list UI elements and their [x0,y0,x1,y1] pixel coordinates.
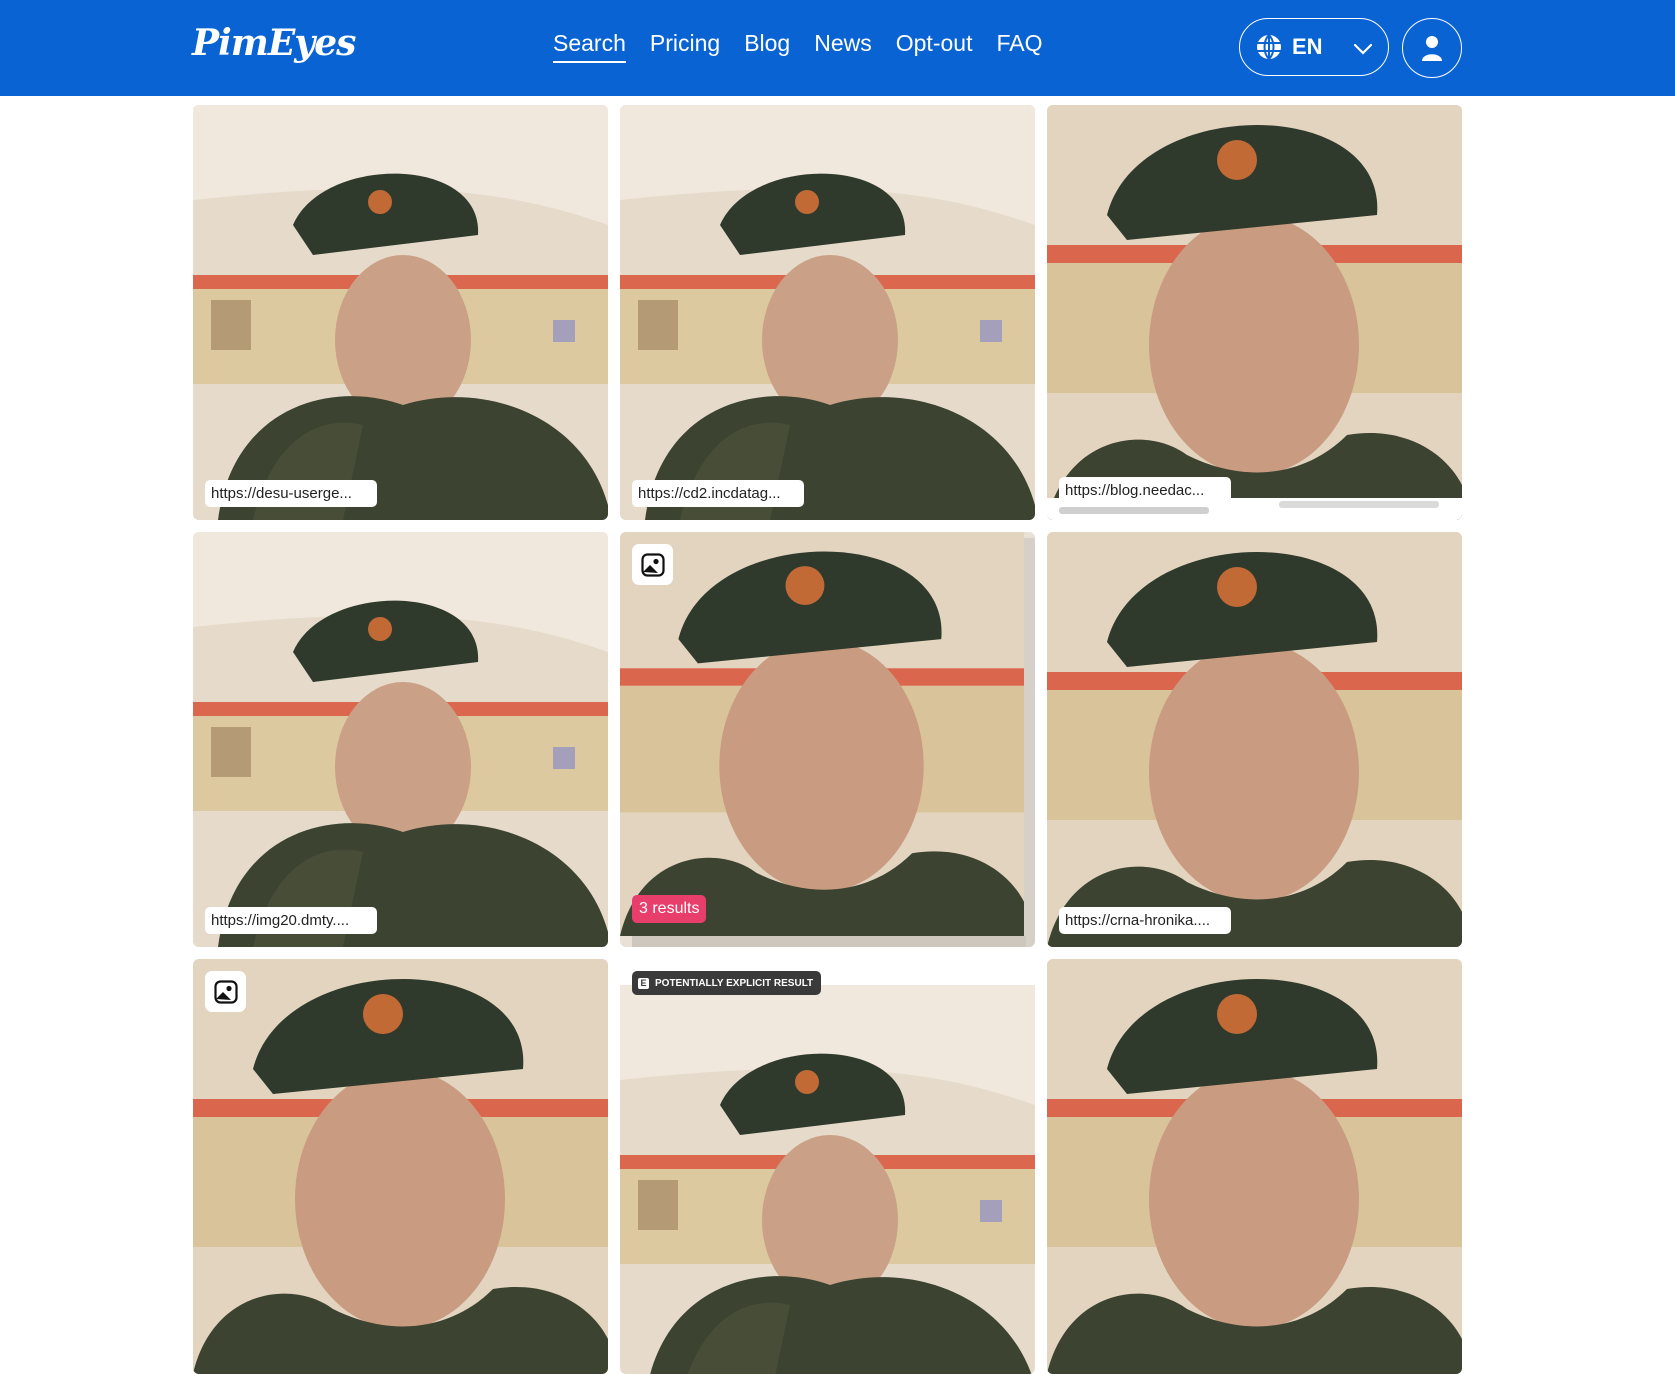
nav-blog[interactable]: Blog [744,30,790,63]
nav-opt-out[interactable]: Opt-out [896,30,973,63]
result-card-3[interactable]: https://blog.needac... [1047,105,1462,520]
result-url-chip[interactable]: https://cd2.incdatag... [632,480,804,507]
result-url-chip[interactable]: https://crna-hronika.... [1059,907,1231,934]
result-thumbnail [1047,105,1462,520]
account-button[interactable] [1402,18,1462,78]
search-results-grid: https://desu-userge... https://cd2.incda… [193,105,1462,1374]
stacked-results-edge [632,936,1027,947]
result-url-chip[interactable]: https://blog.needac... [1059,477,1231,504]
result-thumbnail [193,105,608,520]
user-icon [1420,34,1444,62]
result-thumbnail [193,532,608,947]
result-thumbnail [620,985,1035,1374]
nav-pricing[interactable]: Pricing [650,30,720,63]
stacked-results-edge [1024,538,1035,947]
result-thumbnail [620,105,1035,520]
result-card-5[interactable]: 3 results [620,532,1035,947]
image-icon [205,971,246,1012]
results-count-badge[interactable]: 3 results [632,895,707,923]
image-icon [632,544,673,585]
main-nav: Search Pricing Blog News Opt-out FAQ [553,30,1042,63]
result-thumbnail [1047,959,1462,1374]
chevron-down-icon [1352,38,1374,60]
language-selector[interactable]: EN [1239,18,1389,76]
result-card-8[interactable]: E POTENTIALLY EXPLICIT RESULT [620,959,1035,1374]
result-card-2[interactable]: https://cd2.incdatag... [620,105,1035,520]
explicit-result-label: POTENTIALLY EXPLICIT RESULT [655,977,814,989]
nav-faq[interactable]: FAQ [996,30,1042,63]
nav-search[interactable]: Search [553,30,626,63]
result-card-6[interactable]: https://crna-hronika.... [1047,532,1462,947]
result-card-4[interactable]: https://img20.dmty.... [193,532,608,947]
result-thumbnail [620,532,1024,936]
result-card-7[interactable] [193,959,608,1374]
top-navigation-bar: PimEyes Search Pricing Blog News Opt-out… [0,0,1675,96]
explicit-result-badge: E POTENTIALLY EXPLICIT RESULT [632,971,822,995]
result-url-chip[interactable]: https://desu-userge... [205,480,377,507]
nav-news[interactable]: News [814,30,872,63]
result-url-chip[interactable]: https://img20.dmty.... [205,907,377,934]
pimeyes-logo[interactable]: PimEyes [192,22,356,64]
globe-icon [1255,33,1283,61]
result-card-1[interactable]: https://desu-userge... [193,105,608,520]
language-code: EN [1292,34,1323,59]
explicit-icon: E [638,977,649,989]
result-thumbnail [1047,532,1462,947]
result-thumbnail [193,959,608,1374]
result-card-9[interactable] [1047,959,1462,1374]
